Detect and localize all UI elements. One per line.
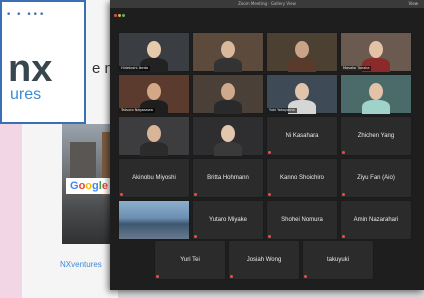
participant-video [140, 142, 168, 156]
muted-mic-icon [268, 151, 271, 154]
participant-name: Amin Nazarahari [353, 217, 399, 223]
participant-tile[interactable] [118, 116, 190, 156]
background-edge [0, 108, 22, 298]
participant-name: Hidetoshi Ikeda [119, 66, 151, 71]
close-icon[interactable] [114, 14, 117, 17]
zoom-window[interactable]: Zoom Meeting · Gallery View View Hidetos… [110, 0, 424, 290]
participant-tile[interactable]: Hidetoshi Ikeda [118, 32, 190, 72]
participant-video [288, 58, 316, 72]
participant-face [369, 83, 383, 100]
participant-video [214, 58, 242, 72]
muted-mic-icon [304, 275, 307, 278]
participant-video [362, 100, 390, 114]
participant-tile[interactable]: Shohei Nomura [266, 200, 338, 240]
participant-face [221, 41, 235, 58]
participant-face [369, 41, 383, 58]
participant-tile[interactable]: Ziyu Fan (Aio) [340, 158, 412, 198]
participant-name: Britta Hohmann [207, 175, 249, 181]
window-title: Zoom Meeting · Gallery View [238, 1, 296, 6]
participant-face [147, 83, 161, 100]
participant-tile[interactable]: Akinobu Miyoshi [118, 158, 190, 198]
muted-mic-icon [194, 235, 197, 238]
participant-tile[interactable]: Zhichen Yang [340, 116, 412, 156]
participant-tile[interactable] [192, 116, 264, 156]
participant-face [147, 41, 161, 58]
participant-tile[interactable] [192, 32, 264, 72]
participant-tile[interactable]: Josiah Wong [228, 240, 300, 280]
participant-face [221, 125, 235, 142]
participant-name: Josiah Wong [246, 257, 282, 263]
participant-face [295, 41, 309, 58]
company-logo: • • ••• nx ures [0, 0, 86, 124]
google-sign: Google [66, 178, 112, 194]
participant-tile[interactable]: Tatsuro Nagasawa [118, 74, 190, 114]
muted-mic-icon [268, 193, 271, 196]
muted-mic-icon [342, 193, 345, 196]
muted-mic-icon [194, 193, 197, 196]
participant-tile[interactable]: Masako Tanaka [340, 32, 412, 72]
participant-tile[interactable]: Yutaro Miyake [192, 200, 264, 240]
muted-mic-icon [230, 275, 233, 278]
participant-video [214, 100, 242, 114]
participant-name: Yuki Yokoyama [267, 108, 297, 113]
muted-mic-icon [268, 235, 271, 238]
participant-tile[interactable]: Yuki Yokoyama [266, 74, 338, 114]
participant-name: Akinobu Miyoshi [132, 175, 176, 181]
participant-name: Tatsuro Nagasawa [119, 108, 155, 113]
participant-tile[interactable] [192, 74, 264, 114]
logo-letters: nx [8, 48, 53, 90]
maximize-icon[interactable] [122, 14, 125, 17]
participant-tile[interactable]: Kanno Shoichiro [266, 158, 338, 198]
participant-tile[interactable]: Britta Hohmann [192, 158, 264, 198]
participant-video [214, 142, 242, 156]
participant-tile[interactable]: Ni Kasahara [266, 116, 338, 156]
participant-tile[interactable]: takuyuki [302, 240, 374, 280]
slide-footer: NXventures [60, 260, 102, 269]
participant-name: Kanno Shoichiro [279, 175, 325, 181]
participant-name: Masako Tanaka [341, 66, 372, 71]
participant-tile[interactable]: Amin Nazarahari [340, 200, 412, 240]
window-titlebar[interactable]: Zoom Meeting · Gallery View View [110, 0, 424, 17]
participant-face [221, 83, 235, 100]
view-button[interactable]: View [409, 1, 419, 7]
minimize-icon[interactable] [118, 14, 121, 17]
participant-name: Ziyu Fan (Aio) [357, 175, 395, 181]
participant-name: Zhichen Yang [357, 133, 395, 139]
participant-name: Shohei Nomura [281, 217, 323, 223]
muted-mic-icon [120, 193, 123, 196]
muted-mic-icon [342, 151, 345, 154]
participant-name: takuyuki [326, 257, 349, 263]
participant-name: Yutaro Miyake [208, 217, 248, 223]
participant-face [147, 125, 161, 142]
participant-tile[interactable] [118, 200, 190, 240]
muted-mic-icon [156, 275, 159, 278]
participant-tile[interactable] [266, 32, 338, 72]
participant-tile[interactable] [340, 74, 412, 114]
participant-name: Ni Kasahara [285, 133, 319, 139]
logo-subtitle: ures [10, 86, 42, 103]
logo-dots-icon: • • ••• [6, 10, 46, 20]
participant-face [295, 83, 309, 100]
muted-mic-icon [342, 235, 345, 238]
participant-tile[interactable]: Yuri Tei [154, 240, 226, 280]
participant-name: Yuri Tei [180, 257, 200, 263]
